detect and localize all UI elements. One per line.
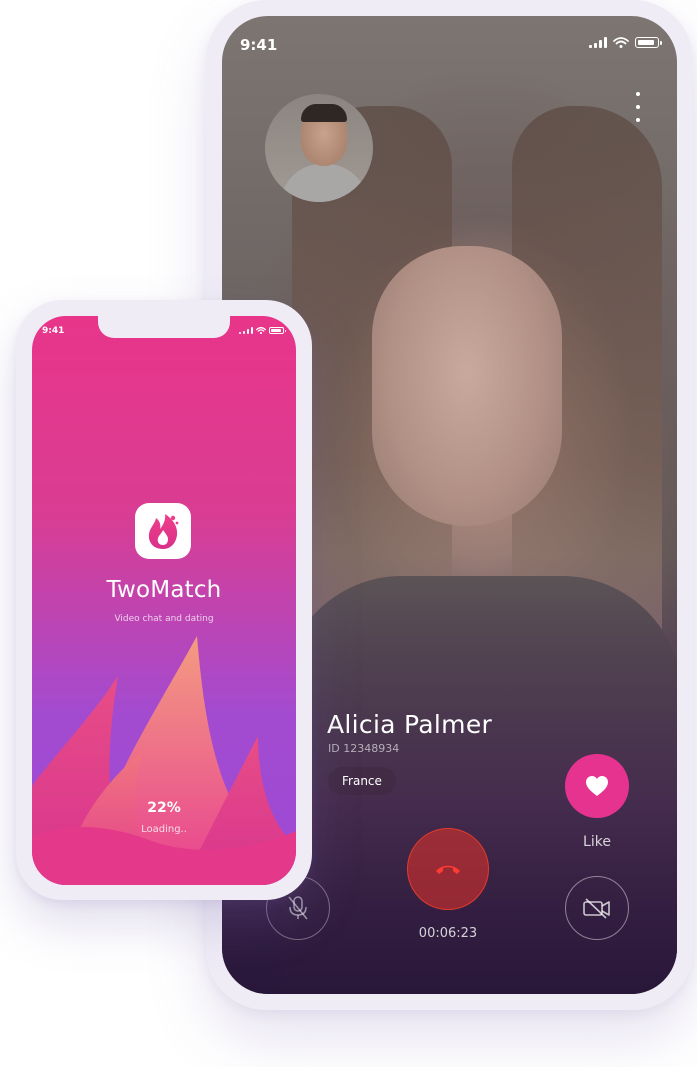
flame-logo-icon [148,514,179,549]
app-tagline: Video chat and dating [114,614,214,624]
app-name: TwoMatch [106,577,222,603]
self-view-hair [301,104,347,122]
camera-off-icon [583,898,610,919]
battery-icon [635,37,662,48]
caller-name: Alicia Palmer [327,710,493,739]
status-bar: 9:41 [32,316,296,340]
caller-id: ID 12348934 [328,742,400,755]
splash-phone: 9:41 TwoMatch Video chat and dating 22% … [16,300,312,900]
mic-off-icon [288,896,308,920]
like-label: Like [583,834,611,850]
end-call-button[interactable] [407,828,489,910]
toggle-camera-button[interactable] [565,876,629,940]
country-chip: France [328,767,396,795]
status-time: 9:41 [240,36,278,54]
signal-icon [589,37,607,48]
self-view-thumbnail[interactable] [265,94,373,202]
battery-icon [269,327,286,334]
signal-icon [239,327,253,334]
end-call-icon [436,865,460,874]
loading-percent: 22% [147,800,181,816]
heart-icon [586,776,608,796]
wifi-icon [256,327,266,334]
loading-label: Loading.. [141,824,187,835]
status-time: 9:41 [42,326,65,336]
self-view-body [281,164,367,202]
call-timer: 00:06:23 [418,926,478,941]
menu-dots-icon[interactable] [635,92,641,122]
app-logo [135,503,191,559]
like-button[interactable] [565,754,629,818]
flame-illustration [32,636,296,885]
splash-screen: 9:41 TwoMatch Video chat and dating 22% … [32,316,296,885]
status-bar: 9:41 [222,16,677,72]
status-icons [239,327,286,334]
status-icons [589,37,662,48]
wifi-icon [613,37,629,48]
